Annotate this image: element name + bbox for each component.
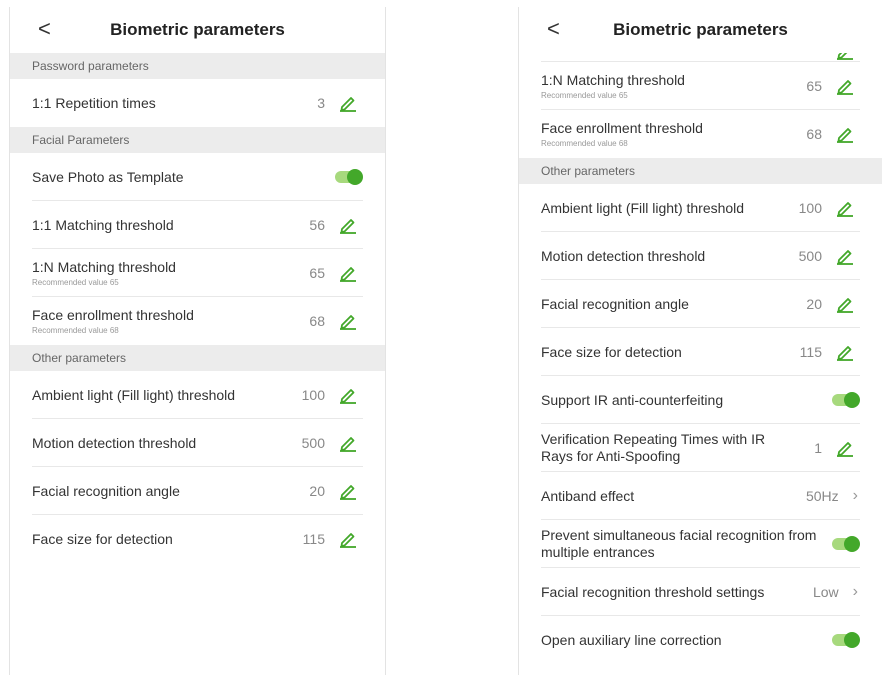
setting-label: Prevent simultaneous facial recognition … [541,527,817,560]
setting-value: Low [812,584,839,600]
setting-value: 100 [798,200,822,216]
biometric-panel-right: < Biometric parameters 1:N Matching thre… [518,7,882,675]
header: < Biometric parameters [519,7,882,53]
pencil-icon[interactable] [339,94,357,112]
setting-face-size[interactable]: Face size for detection 115 [519,328,882,376]
page-title: Biometric parameters [110,20,285,39]
pencil-icon[interactable] [836,125,854,143]
section-other: Other parameters [10,345,385,371]
setting-threshold-settings[interactable]: Facial recognition threshold settings Lo… [519,568,882,616]
setting-value: 68 [309,313,325,329]
back-button[interactable]: < [547,18,560,40]
setting-motion-detection[interactable]: Motion detection threshold 500 [519,232,882,280]
setting-value: 65 [309,265,325,281]
setting-motion-detection[interactable]: Motion detection threshold 500 [10,419,385,467]
setting-label: Antiband effect [541,487,635,504]
setting-label: Verification Repeating Times with IR Ray… [541,431,766,464]
setting-face-size[interactable]: Face size for detection 115 [10,515,385,563]
pencil-icon[interactable] [836,439,854,457]
setting-1n-matching[interactable]: 1:N Matching threshold Recommended value… [519,62,882,110]
setting-value: 50Hz [805,488,839,504]
pencil-icon[interactable] [339,216,357,234]
setting-value: 3 [317,95,325,111]
setting-prevent-multi[interactable]: Prevent simultaneous facial recognition … [519,520,882,568]
section-facial: Facial Parameters [10,127,385,153]
chevron-right-icon[interactable]: › [853,583,858,601]
recommended-value: Recommended value 68 [32,326,119,335]
setting-11-matching[interactable]: 1:1 Matching threshold 56 [10,201,385,249]
setting-label: Face size for detection [32,530,173,547]
pencil-icon[interactable] [339,312,357,330]
pencil-icon[interactable] [836,343,854,361]
setting-face-enrollment[interactable]: Face enrollment threshold Recommended va… [519,110,882,158]
setting-ir-anti-counterfeiting[interactable]: Support IR anti-counterfeiting [519,376,882,424]
pencil-icon[interactable] [339,386,357,404]
pencil-icon[interactable] [836,77,854,95]
setting-value: 68 [806,126,822,142]
save-photo-toggle[interactable] [335,169,363,185]
setting-label: 1:N Matching threshold [541,72,685,88]
back-button[interactable]: < [38,18,51,40]
setting-ambient-light[interactable]: Ambient light (Fill light) threshold 100 [10,371,385,419]
setting-value: 500 [798,248,822,264]
setting-value: 1 [814,440,822,456]
setting-label: 1:1 Repetition times [32,94,156,111]
setting-value: 500 [301,435,325,451]
setting-label: Open auxiliary line correction [541,631,722,648]
setting-value: 100 [301,387,325,403]
recommended-value: Recommended value 68 [541,139,628,148]
setting-face-enrollment[interactable]: Face enrollment threshold Recommended va… [10,297,385,345]
setting-label: Face enrollment threshold [541,120,703,136]
setting-recognition-angle[interactable]: Facial recognition angle 20 [519,280,882,328]
setting-value: 115 [799,344,822,360]
setting-label: Ambient light (Fill light) threshold [541,199,745,216]
pencil-icon[interactable] [836,295,854,313]
recommended-value: Recommended value 65 [541,91,628,100]
setting-label: Save Photo as Template [32,168,184,185]
pencil-icon[interactable] [339,530,357,548]
setting-save-photo[interactable]: Save Photo as Template [10,153,385,201]
aux-line-toggle[interactable] [832,632,860,648]
ir-anti-toggle[interactable] [832,392,860,408]
setting-value: 65 [806,78,822,94]
setting-aux-line[interactable]: Open auxiliary line correction [519,616,882,664]
pencil-icon[interactable] [339,264,357,282]
recommended-value: Recommended value 65 [32,278,119,287]
setting-label: Motion detection threshold [32,434,197,451]
setting-value: 20 [309,483,325,499]
setting-label: Support IR anti-counterfeiting [541,391,724,408]
setting-value: 115 [302,531,325,547]
setting-ambient-light[interactable]: Ambient light (Fill light) threshold 100 [519,184,882,232]
section-password: Password parameters [10,53,385,79]
setting-recognition-angle[interactable]: Facial recognition angle 20 [10,467,385,515]
chevron-right-icon[interactable]: › [853,487,858,505]
setting-antiband[interactable]: Antiband effect 50Hz › [519,472,882,520]
setting-label: Facial recognition angle [32,482,180,499]
header: < Biometric parameters [10,7,385,53]
setting-label: 1:1 Matching threshold [32,216,174,233]
setting-label: Facial recognition threshold settings [541,583,765,600]
pencil-icon[interactable] [339,482,357,500]
setting-1n-matching[interactable]: 1:N Matching threshold Recommended value… [10,249,385,297]
setting-ir-repeat[interactable]: Verification Repeating Times with IR Ray… [519,424,882,472]
setting-value: 56 [309,217,325,233]
setting-repetition-times[interactable]: 1:1 Repetition times 3 [10,79,385,127]
setting-label: Face size for detection [541,343,682,360]
setting-label: Motion detection threshold [541,247,706,264]
pencil-icon[interactable] [339,434,357,452]
prevent-multi-toggle[interactable] [832,536,860,552]
biometric-panel-left: < Biometric parameters Password paramete… [9,7,386,675]
setting-value: 20 [806,296,822,312]
section-other: Other parameters [519,158,882,184]
pencil-icon[interactable] [836,247,854,265]
setting-label: Ambient light (Fill light) threshold [32,386,236,403]
setting-label: Facial recognition angle [541,295,689,312]
page-title: Biometric parameters [613,20,788,39]
pencil-icon[interactable] [836,199,854,217]
setting-label: 1:N Matching threshold [32,259,176,275]
setting-label: Face enrollment threshold [32,307,194,323]
